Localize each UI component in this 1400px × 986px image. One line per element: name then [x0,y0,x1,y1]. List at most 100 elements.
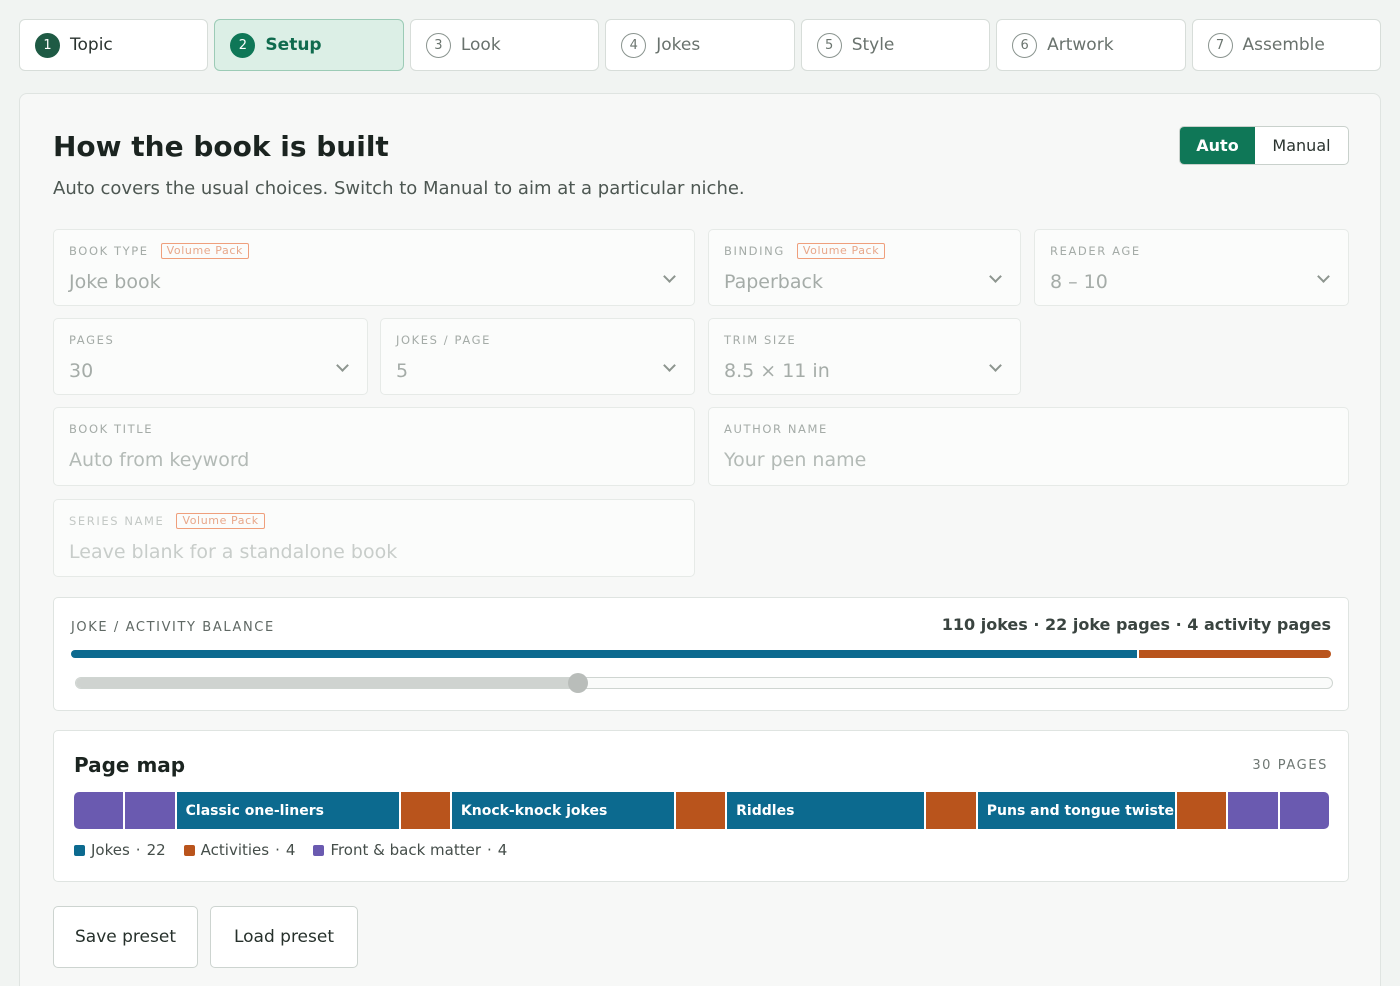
legend-label: Activities [200,841,270,859]
page-map-segment-act [926,792,976,829]
step-label: Assemble [1242,35,1325,55]
legend-label: Front & back matter [330,841,481,859]
step-label: Setup [265,35,322,55]
step-assemble[interactable]: 7 Assemble [1191,19,1381,71]
page-map-segment-front [1228,792,1278,829]
slider-fill [76,678,579,688]
segment-label: Riddles [736,802,795,819]
step-style[interactable]: 5 Style [800,19,991,71]
step-number: 7 [1207,32,1233,58]
trim-size-select[interactable]: TRIM SIZE 8.5 × 11 in [708,318,1021,395]
jokes-swatch [74,844,85,856]
page-map-segment-front [1279,792,1329,829]
legend-label: Jokes [91,841,130,859]
legend-separator: · [487,841,492,859]
page-map-segment-front [74,792,124,829]
author-name-field[interactable]: AUTHOR NAME Your pen name [708,407,1349,486]
page-map-bar: Classic one-liners Knock-knock jokes Riddl… [74,792,1329,829]
balance-summary: 110 jokes · 22 joke pages · 4 activity p… [941,615,1331,634]
field-label: TRIM SIZE [724,332,797,347]
legend-count: 4 [285,841,296,859]
step-number: 5 [816,32,842,58]
field-label: READER AGE [1050,243,1141,258]
field-value: 8.5 × 11 in [724,360,830,382]
front-matter-swatch [313,844,325,856]
step-topic[interactable]: 1 Topic [19,19,209,71]
field-placeholder: Your pen name [724,449,867,471]
page-map-segment-act [1177,792,1227,829]
balance-bar [71,650,1331,658]
mode-manual-button[interactable]: Manual [1255,127,1348,164]
field-label: AUTHOR NAME [724,421,828,436]
mode-auto-button[interactable]: Auto [1180,127,1255,164]
page-map-segment-joke: Riddles [727,792,925,829]
reader-age-select[interactable]: READER AGE 8 – 10 [1034,229,1349,306]
slider-handle[interactable] [568,673,589,693]
page-map: Page map 30 PAGES Classic one-liners Knoc… [53,730,1349,882]
book-type-select[interactable]: BOOK TYPE Volume Pack Joke book [53,229,695,306]
balance-label: JOKE / ACTIVITY BALANCE [71,620,275,635]
step-label: Style [851,35,895,55]
field-placeholder: Leave blank for a standalone book [69,541,398,563]
page-count: 30 PAGES [1252,758,1328,773]
field-placeholder: Auto from keyword [69,449,250,471]
joke-activity-balance: JOKE / ACTIVITY BALANCE 110 jokes · 22 j… [53,597,1349,711]
jokes-per-page-select[interactable]: JOKES / PAGE 5 [380,318,695,395]
activities-swatch [183,844,195,856]
series-name-field[interactable]: SERIES NAME Volume Pack Leave blank for a… [53,499,695,577]
legend-item-activities: Activities · 4 [183,841,296,859]
balance-jokes-segment [71,650,1138,658]
field-value: Joke book [69,271,161,293]
legend-count: 22 [146,841,166,859]
segment-label: Knock-knock jokes [460,802,608,819]
step-label: Look [460,35,501,55]
page-map-segment-joke: Classic one-liners [176,792,399,829]
legend-item-front-back-matter: Front & back matter · 4 [313,841,507,859]
field-label: BOOK TYPE [69,243,149,258]
step-number: 1 [35,32,60,58]
step-setup[interactable]: 2 Setup [214,19,404,71]
page-map-title: Page map [74,753,186,777]
step-number: 2 [230,32,256,58]
legend-separator: · [135,841,141,859]
page-title: How the book is built [53,130,389,163]
volume-pack-badge: Volume Pack [160,242,249,259]
page-map-legend: Jokes · 22 Activities · 4 Front & back matte… [74,841,507,859]
step-number: 3 [425,32,451,58]
step-artwork[interactable]: 6 Artwork [996,19,1186,71]
volume-pack-badge: Volume Pack [176,512,265,529]
save-preset-button[interactable]: Save preset [53,906,198,968]
balance-activities-segment [1139,650,1331,658]
page-map-segment-act [675,792,726,829]
volume-pack-badge: Volume Pack [796,242,886,259]
field-label: BOOK TITLE [69,421,154,436]
step-label: Artwork [1047,35,1114,55]
segment-label: Classic one-liners [185,802,324,819]
pages-select[interactable]: PAGES 30 [53,318,368,395]
field-label: BINDING [724,243,785,258]
step-number: 6 [1012,32,1038,58]
page-map-segment-act [400,792,450,829]
legend-separator: · [275,841,280,859]
book-title-field[interactable]: BOOK TITLE Auto from keyword [53,407,695,486]
legend-item-jokes: Jokes · 22 [74,841,166,859]
step-label: Jokes [656,35,701,55]
mode-toggle: Auto Manual [1179,126,1349,165]
field-value: Paperback [724,271,823,293]
setup-panel: How the book is built Auto covers the us… [19,93,1381,986]
step-label: Topic [70,35,113,55]
balance-slider[interactable] [75,673,1333,693]
field-label: JOKES / PAGE [396,332,491,347]
step-look[interactable]: 3 Look [409,19,600,71]
segment-label: Puns and tongue twisters [986,802,1176,819]
field-value: 5 [396,360,409,382]
binding-select[interactable]: BINDING Volume Pack Paperback [708,229,1021,306]
step-jokes[interactable]: 4 Jokes [605,19,795,71]
load-preset-button[interactable]: Load preset [210,906,358,968]
legend-count: 4 [497,841,508,859]
wizard-stepper: 1 Topic 2 Setup 3 Look 4 Jokes 5 Style 6… [19,19,1381,71]
page-map-segment-front [125,792,175,829]
field-value: 30 [69,360,94,382]
page-subtitle: Auto covers the usual choices. Switch to… [53,178,745,199]
field-label: PAGES [69,332,115,347]
